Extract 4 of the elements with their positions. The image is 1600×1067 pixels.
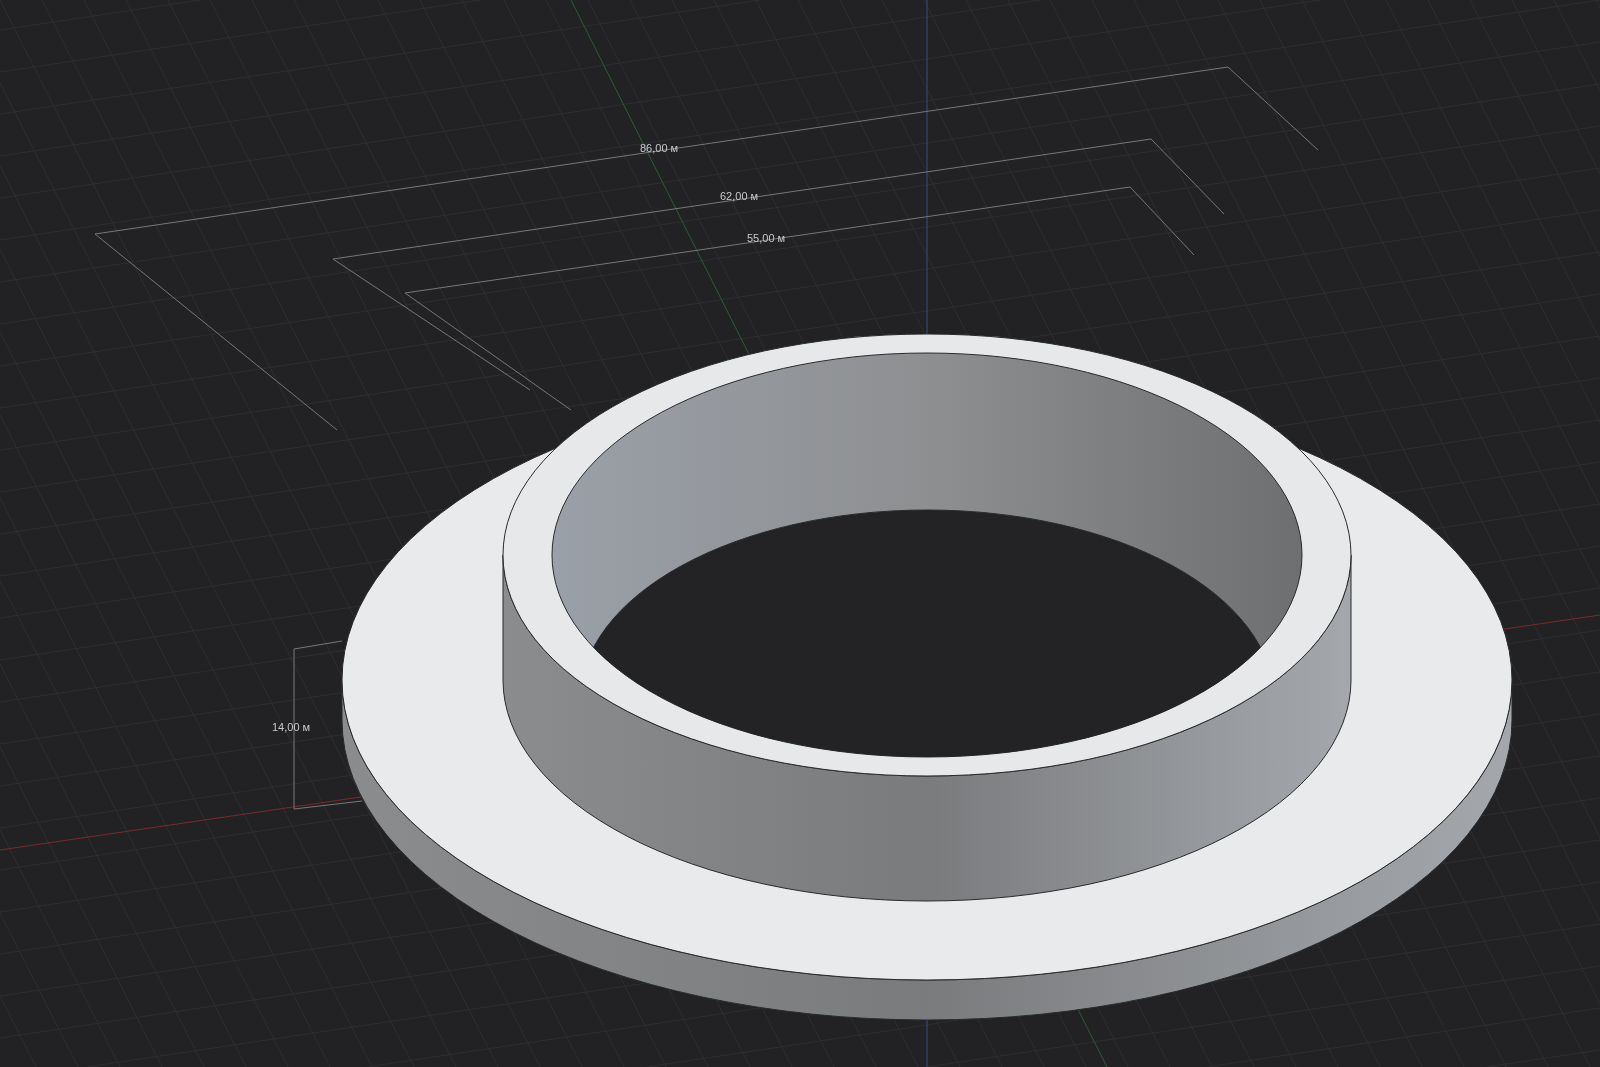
- dimension-label: 62,00 м: [720, 191, 759, 202]
- dimension-label: 55,00 м: [747, 233, 786, 244]
- dimension-label: 86,00 м: [640, 143, 679, 154]
- dimension-label: 14,00 м: [272, 722, 311, 733]
